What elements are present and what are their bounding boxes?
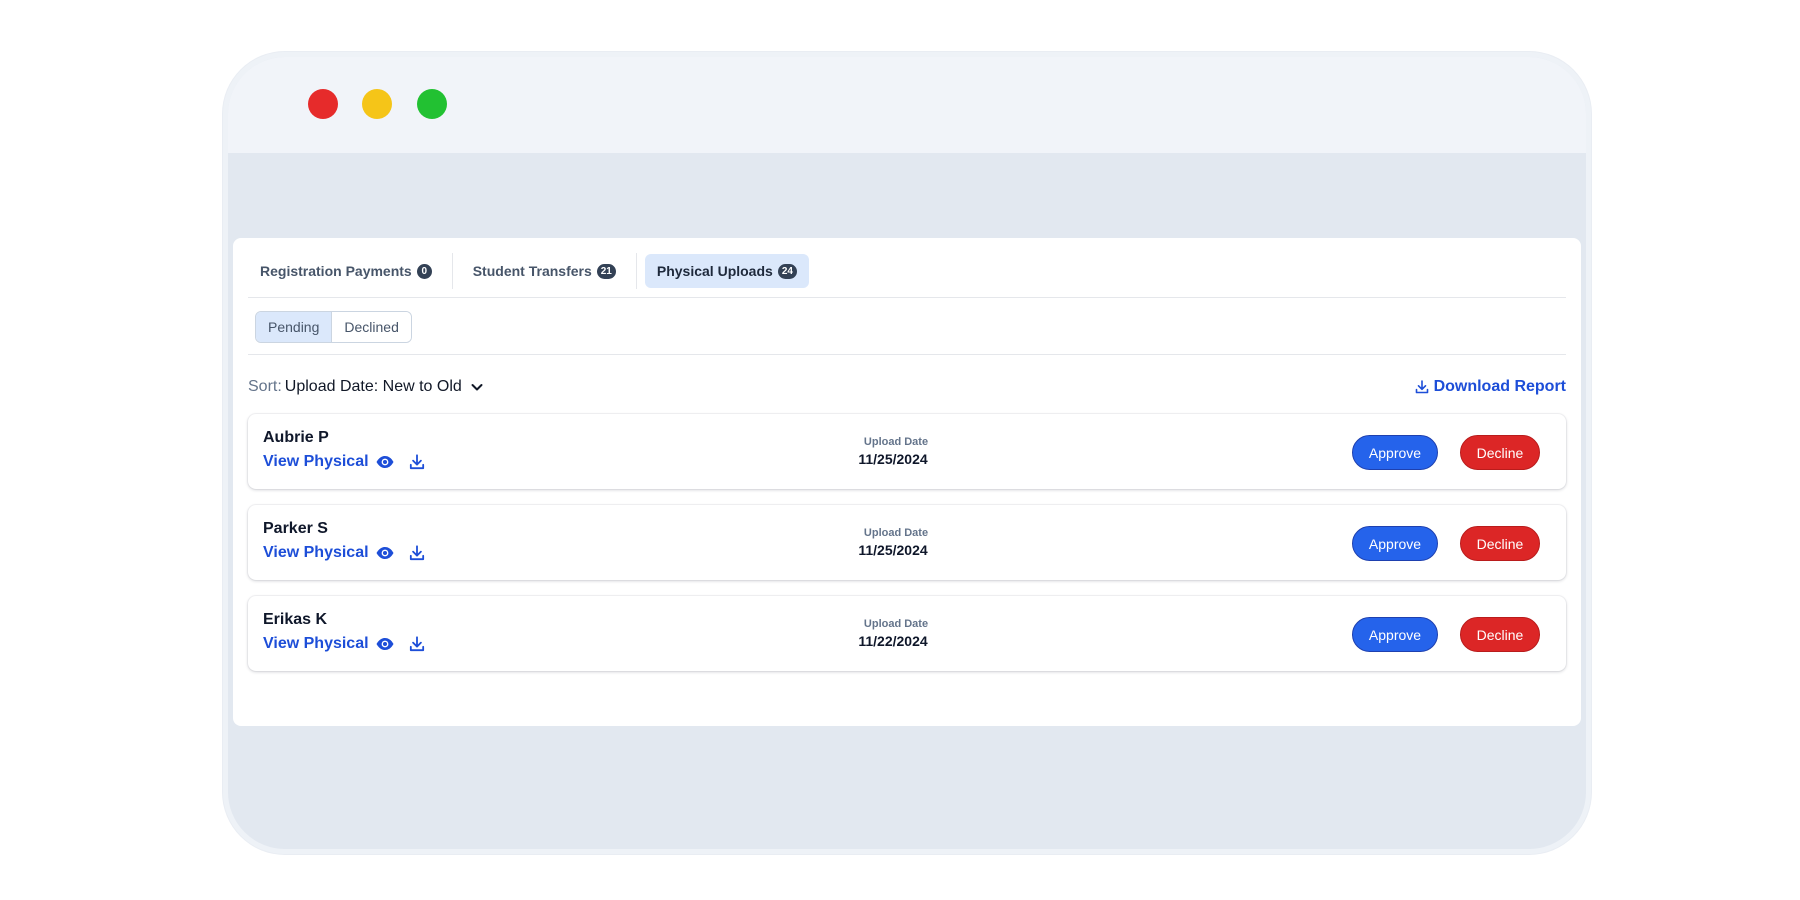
tab-label: Physical Uploads: [656, 263, 773, 279]
upload-date-block: Upload Date 11/25/2024: [848, 527, 938, 558]
upload-date-block: Upload Date 11/22/2024: [848, 618, 938, 649]
view-physical-link[interactable]: View Physical: [263, 635, 369, 653]
tab-registration-payments[interactable]: Registration Payments 0: [248, 254, 444, 288]
upload-date-value: 11/25/2024: [858, 542, 928, 558]
eye-icon[interactable]: [375, 634, 395, 654]
download-icon[interactable]: [407, 634, 427, 654]
decline-button[interactable]: Decline: [1460, 435, 1540, 470]
browser-window: Registration Payments 0 Student Transfer…: [223, 52, 1591, 854]
minimize-window-button[interactable]: [362, 89, 392, 119]
sort-dropdown[interactable]: Sort: Upload Date: New to Old: [248, 378, 485, 396]
tab-divider: [635, 253, 637, 289]
upload-date-block: Upload Date 11/25/2024: [848, 436, 938, 467]
upload-record-card: Erikas K View Physical Upload Date 11/22…: [248, 596, 1566, 671]
download-icon[interactable]: [407, 543, 427, 563]
tab-count-badge: 0: [416, 263, 432, 279]
view-physical-row: View Physical: [263, 452, 427, 472]
upload-date-value: 11/22/2024: [858, 633, 928, 649]
download-icon: [1415, 380, 1428, 394]
download-report-label: Download Report: [1433, 378, 1566, 395]
view-physical-link[interactable]: View Physical: [263, 544, 369, 562]
upload-date-label: Upload Date: [863, 436, 929, 448]
tab-count-badge: 24: [777, 263, 797, 279]
student-name: Erikas K: [263, 611, 328, 628]
close-window-button[interactable]: [308, 89, 338, 119]
sort-value: Upload Date: New to Old: [284, 378, 462, 395]
download-report-button[interactable]: Download Report: [1414, 378, 1566, 396]
divider: [248, 297, 1566, 298]
upload-record-card: Parker S View Physical Upload Date 11/25…: [248, 505, 1566, 580]
approve-button[interactable]: Approve: [1352, 435, 1438, 470]
eye-icon[interactable]: [375, 543, 395, 563]
filter-pending-button[interactable]: Pending: [256, 312, 332, 342]
approve-button[interactable]: Approve: [1352, 526, 1438, 561]
chevron-down-icon: [471, 384, 483, 391]
upload-date-value: 11/25/2024: [858, 451, 928, 467]
approvals-panel: Registration Payments 0 Student Transfer…: [233, 238, 1581, 726]
tab-label: Registration Payments: [260, 263, 412, 279]
decline-button[interactable]: Decline: [1460, 617, 1540, 652]
student-name: Parker S: [263, 520, 328, 537]
view-physical-row: View Physical: [263, 543, 427, 563]
tab-bar: Registration Payments 0 Student Transfer…: [248, 253, 809, 289]
sort-label: Sort:: [248, 378, 282, 395]
maximize-window-button[interactable]: [417, 89, 447, 119]
window-titlebar: [228, 57, 1586, 153]
tab-divider: [451, 253, 453, 289]
upload-record-card: Aubrie P View Physical Upload Date 11/25…: [248, 414, 1566, 489]
approve-button[interactable]: Approve: [1352, 617, 1438, 652]
view-physical-link[interactable]: View Physical: [263, 453, 369, 471]
student-name: Aubrie P: [263, 429, 329, 446]
upload-date-label: Upload Date: [863, 618, 929, 630]
tab-physical-uploads[interactable]: Physical Uploads 24: [644, 254, 809, 288]
tab-student-transfers[interactable]: Student Transfers 21: [461, 254, 628, 288]
tab-count-badge: 21: [596, 263, 616, 279]
upload-date-label: Upload Date: [863, 527, 929, 539]
download-icon[interactable]: [407, 452, 427, 472]
filter-declined-button[interactable]: Declined: [331, 312, 411, 342]
status-filter: Pending Declined: [255, 311, 412, 343]
decline-button[interactable]: Decline: [1460, 526, 1540, 561]
divider: [248, 354, 1566, 355]
view-physical-row: View Physical: [263, 634, 427, 654]
tab-label: Student Transfers: [472, 263, 592, 279]
eye-icon[interactable]: [375, 452, 395, 472]
